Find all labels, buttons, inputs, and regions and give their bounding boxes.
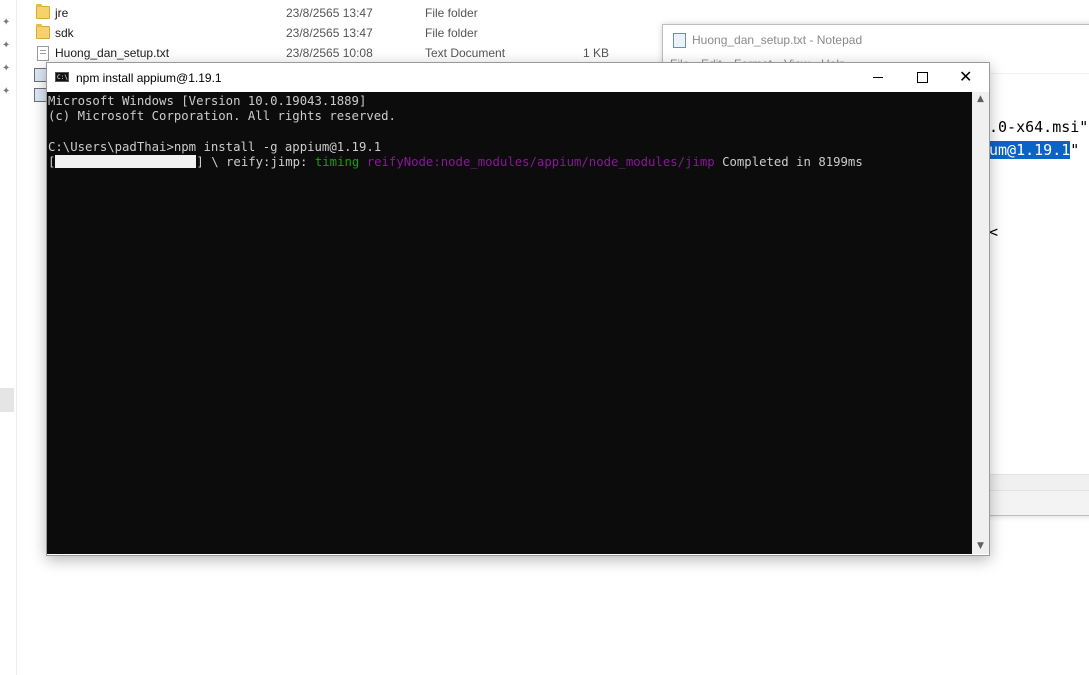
text: " xyxy=(1070,141,1080,159)
pin-icon: ✦ xyxy=(2,63,11,74)
notepad-text-line: < xyxy=(989,223,999,241)
file-size: 1 KB xyxy=(583,46,610,60)
maximize-icon xyxy=(917,72,928,83)
scroll-up-arrow-icon[interactable]: ▲ xyxy=(976,95,985,104)
folder-icon xyxy=(36,4,50,19)
file-type: File folder xyxy=(425,6,478,20)
console-title: npm install appium@1.19.1 xyxy=(76,71,222,85)
notepad-editor[interactable]: .0-x64.msi" um@1.19.1" < xyxy=(973,73,1089,475)
minimize-icon xyxy=(873,77,883,78)
notepad-titlebar[interactable]: Huong_dan_setup.txt - Notepad xyxy=(663,25,1089,55)
console-window[interactable]: C:\ npm install appium@1.19.1 ✕ Microsof… xyxy=(46,62,990,556)
minimize-button[interactable] xyxy=(855,63,901,92)
file-row-jre[interactable]: jre 23/8/2565 13:47 File folder xyxy=(36,3,656,23)
console-progress-line: [ ] \ reify:jimp: timing reifyNode:node_m… xyxy=(48,155,863,170)
console-line: (c) Microsoft Corporation. All rights re… xyxy=(48,109,396,123)
console-icon: C:\ xyxy=(55,72,69,82)
file-date: 23/8/2565 10:08 xyxy=(286,46,373,60)
completed-text: Completed in 8199ms xyxy=(714,155,863,169)
pin-icon: ✦ xyxy=(2,86,11,97)
file-name: Huong_dan_setup.txt xyxy=(55,46,170,60)
pin-icon: ✦ xyxy=(2,40,11,51)
console-titlebar[interactable]: C:\ npm install appium@1.19.1 ✕ xyxy=(47,63,989,92)
notepad-icon xyxy=(673,33,686,48)
notepad-text-line: um@1.19.1" xyxy=(989,141,1079,159)
folder-icon xyxy=(36,24,50,39)
close-button[interactable]: ✕ xyxy=(943,63,989,92)
file-date: 23/8/2565 13:47 xyxy=(286,6,373,20)
progress-bracket-open: [ xyxy=(48,155,56,169)
close-icon: ✕ xyxy=(959,67,973,86)
notepad-status-bar xyxy=(989,490,1089,515)
scroll-down-arrow-icon[interactable]: ▼ xyxy=(976,542,985,551)
file-row-huong-dan-setup[interactable]: Huong_dan_setup.txt 23/8/2565 10:08 Text… xyxy=(36,43,656,63)
selected-text: um@1.19.1 xyxy=(989,141,1071,159)
notepad-title: Huong_dan_setup.txt - Notepad xyxy=(692,33,863,47)
console-prompt-line: C:\Users\padThai>npm install -g appium@1… xyxy=(48,140,382,154)
quick-access-selected-item[interactable] xyxy=(0,388,14,412)
pin-icon: ✦ xyxy=(2,17,11,28)
file-type: File folder xyxy=(425,26,478,40)
progress-bar-fill xyxy=(55,155,197,168)
file-row-sdk[interactable]: sdk 23/8/2565 13:47 File folder xyxy=(36,23,656,43)
console-line: Microsoft Windows [Version 10.0.19043.18… xyxy=(48,94,367,108)
notepad-horizontal-scrollbar[interactable] xyxy=(989,474,1089,491)
file-name: jre xyxy=(55,6,69,20)
quick-access-pane: ✦ ✦ ✦ ✦ xyxy=(0,0,17,675)
file-name: sdk xyxy=(55,26,74,40)
notepad-text-line: .0-x64.msi" xyxy=(989,118,1089,136)
progress-status: ] \ reify:jimp: xyxy=(196,155,315,169)
console-output[interactable]: Microsoft Windows [Version 10.0.19043.18… xyxy=(47,92,972,554)
text-file-icon xyxy=(37,46,49,61)
module-path: reifyNode:node_modules/appium/node_modul… xyxy=(366,155,715,169)
console-vertical-scrollbar[interactable]: ▲ ▼ xyxy=(972,92,989,554)
maximize-button[interactable] xyxy=(899,63,945,92)
file-date: 23/8/2565 13:47 xyxy=(286,26,373,40)
file-type: Text Document xyxy=(425,46,506,60)
timing-label: timing xyxy=(314,155,360,169)
